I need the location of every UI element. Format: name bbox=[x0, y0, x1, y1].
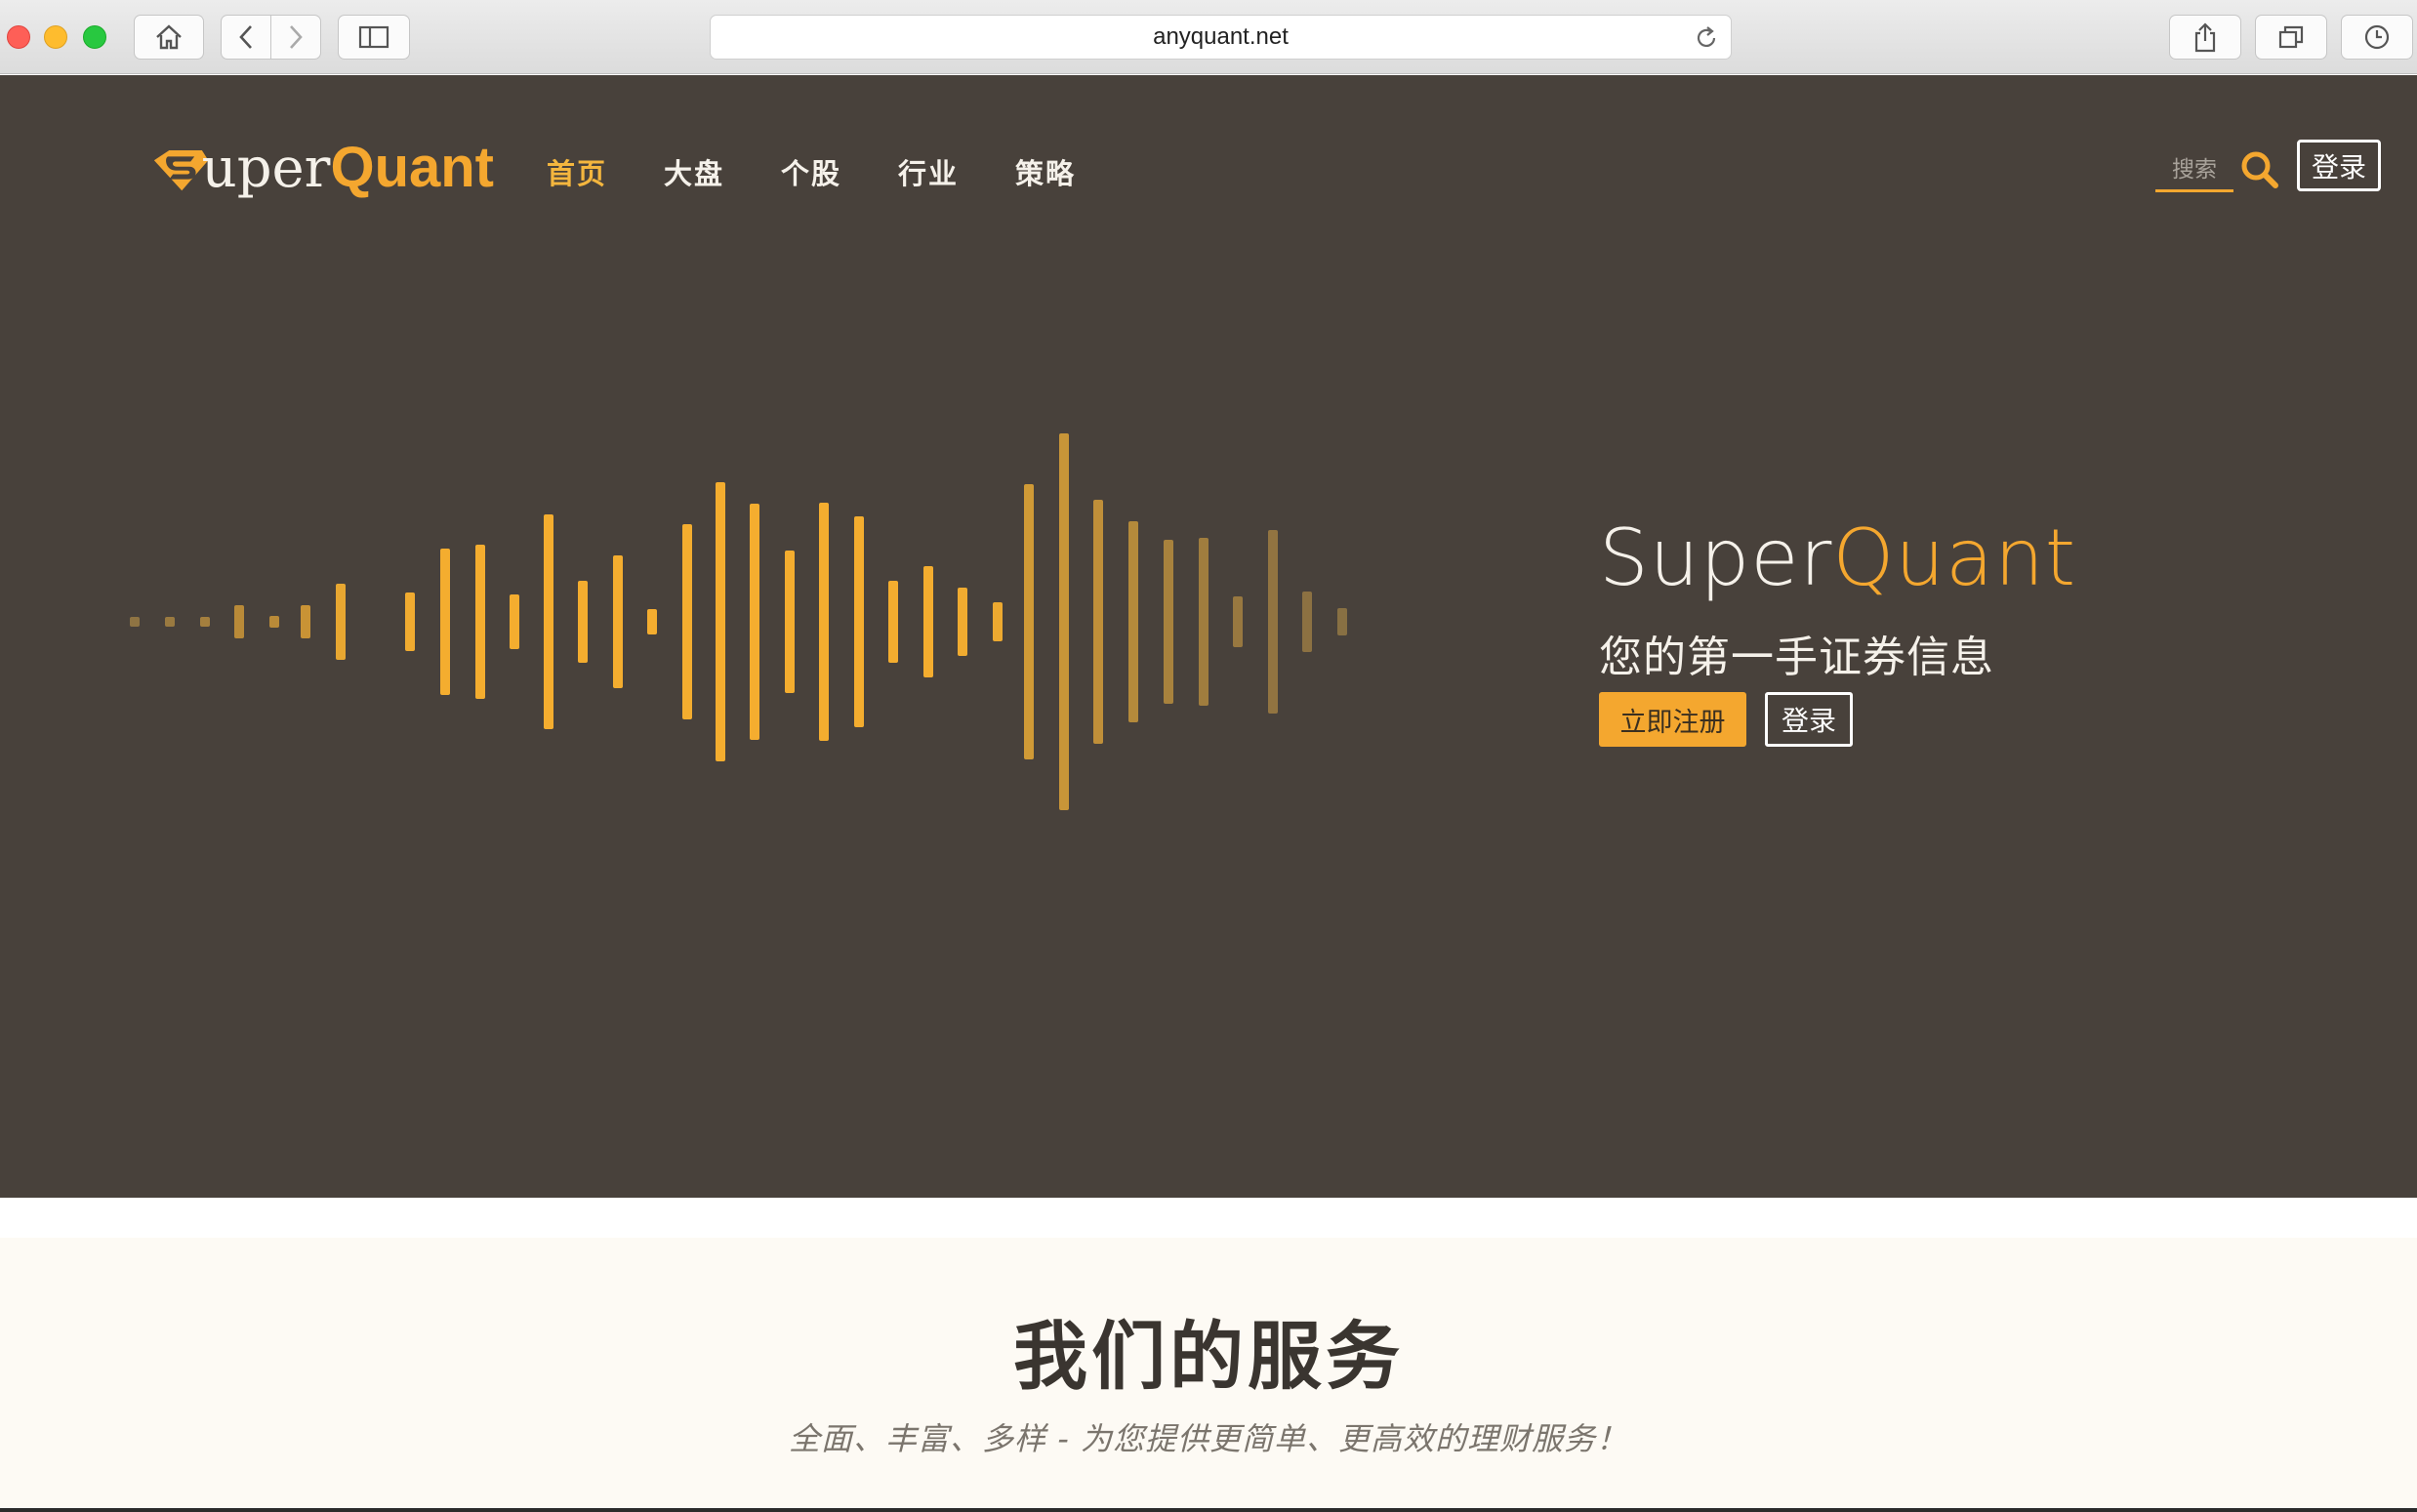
address-bar[interactable]: anyquant.net bbox=[710, 15, 1732, 60]
wave-bar bbox=[200, 617, 210, 627]
nav-item-strategy[interactable]: 策略 bbox=[1015, 151, 1132, 192]
wave-bar bbox=[613, 555, 623, 688]
home-button[interactable] bbox=[134, 15, 204, 60]
nav-item-industry[interactable]: 行业 bbox=[898, 151, 1015, 192]
wave-bar bbox=[819, 503, 829, 741]
url-text: anyquant.net bbox=[1153, 23, 1289, 50]
wave-bar bbox=[1199, 538, 1208, 706]
superman-s-logo-icon bbox=[153, 149, 209, 191]
nav-item-stocks[interactable]: 个股 bbox=[781, 151, 898, 192]
search-input[interactable]: 搜索 bbox=[2155, 143, 2233, 192]
wave-bar bbox=[1128, 521, 1138, 722]
reload-icon[interactable] bbox=[1694, 25, 1719, 51]
tabs-button[interactable] bbox=[2255, 15, 2327, 60]
hero-title: SuperQuant bbox=[1599, 512, 2077, 603]
wave-bar bbox=[647, 609, 657, 634]
nav-item-home[interactable]: 首页 bbox=[547, 151, 664, 192]
forward-button[interactable] bbox=[270, 15, 321, 60]
browser-toolbar: anyquant.net bbox=[0, 0, 2417, 74]
wave-bar bbox=[510, 594, 519, 649]
wave-bar bbox=[1059, 433, 1069, 810]
share-icon bbox=[2194, 22, 2216, 53]
services-section: 我们的服务 全面、丰富、多样 - 为您提供更简单、更高效的理财服务！ bbox=[0, 1238, 2417, 1512]
services-subtitle: 全面、丰富、多样 - 为您提供更简单、更高效的理财服务！ bbox=[789, 1420, 1628, 1457]
back-button[interactable] bbox=[221, 15, 271, 60]
close-window-button[interactable] bbox=[7, 25, 30, 49]
wave-bar bbox=[475, 545, 485, 699]
wave-bar bbox=[1024, 484, 1034, 759]
hero-subtitle: 您的第一手证券信息 bbox=[1599, 633, 1994, 682]
services-title: 我们的服务 bbox=[1013, 1313, 1404, 1400]
clock-icon bbox=[2364, 24, 2390, 50]
hero-login-button[interactable]: 登录 bbox=[1765, 692, 1853, 747]
wave-bar bbox=[716, 482, 725, 761]
wave-bar bbox=[958, 588, 967, 656]
wave-bar bbox=[130, 617, 140, 627]
wave-bar bbox=[1164, 540, 1173, 704]
wave-bar bbox=[1268, 530, 1278, 714]
chevron-left-icon bbox=[239, 25, 252, 49]
share-button[interactable] bbox=[2169, 15, 2241, 60]
wave-bar bbox=[336, 584, 346, 660]
wave-bar bbox=[544, 514, 553, 729]
wave-bar bbox=[165, 617, 175, 627]
logo-wordmark: uperQuant bbox=[201, 136, 494, 200]
wave-bar bbox=[234, 605, 244, 638]
wave-bar bbox=[1337, 608, 1347, 635]
wave-bar bbox=[854, 516, 864, 727]
nav-item-market[interactable]: 大盘 bbox=[664, 151, 781, 192]
sidebar-button[interactable] bbox=[338, 15, 410, 60]
sidebar-icon bbox=[358, 25, 389, 49]
header-login-button[interactable]: 登录 bbox=[2297, 140, 2381, 191]
wave-bar bbox=[301, 605, 310, 638]
register-button[interactable]: 立即注册 bbox=[1599, 692, 1746, 747]
zoom-window-button[interactable] bbox=[83, 25, 106, 49]
wave-bar bbox=[1093, 500, 1103, 744]
wave-bar bbox=[888, 581, 898, 663]
hero-section: uperQuant 首页 大盘 个股 行业 策略 搜索 登录 SuperQuan… bbox=[0, 75, 2417, 1198]
wave-bar bbox=[750, 504, 759, 740]
search-icon[interactable] bbox=[2239, 149, 2280, 190]
wave-bar bbox=[405, 593, 415, 651]
site-logo[interactable]: uperQuant bbox=[150, 129, 494, 207]
main-nav: 首页 大盘 个股 行业 策略 bbox=[547, 151, 1132, 192]
wave-bar bbox=[785, 551, 795, 693]
sound-wave-graphic bbox=[130, 433, 1347, 810]
wave-bar bbox=[1302, 592, 1312, 652]
minimize-window-button[interactable] bbox=[44, 25, 67, 49]
wave-bar bbox=[578, 581, 588, 663]
window-bottom-edge bbox=[0, 1508, 2417, 1512]
wave-bar bbox=[682, 524, 692, 719]
wave-bar bbox=[993, 602, 1003, 641]
tabs-icon bbox=[2278, 25, 2304, 49]
history-button[interactable] bbox=[2341, 15, 2413, 60]
wave-bar bbox=[1233, 596, 1243, 647]
wave-bar bbox=[269, 616, 279, 628]
chevron-right-icon bbox=[290, 25, 303, 49]
wave-bar bbox=[440, 549, 450, 695]
wave-bar bbox=[923, 566, 933, 677]
home-icon bbox=[156, 24, 182, 50]
